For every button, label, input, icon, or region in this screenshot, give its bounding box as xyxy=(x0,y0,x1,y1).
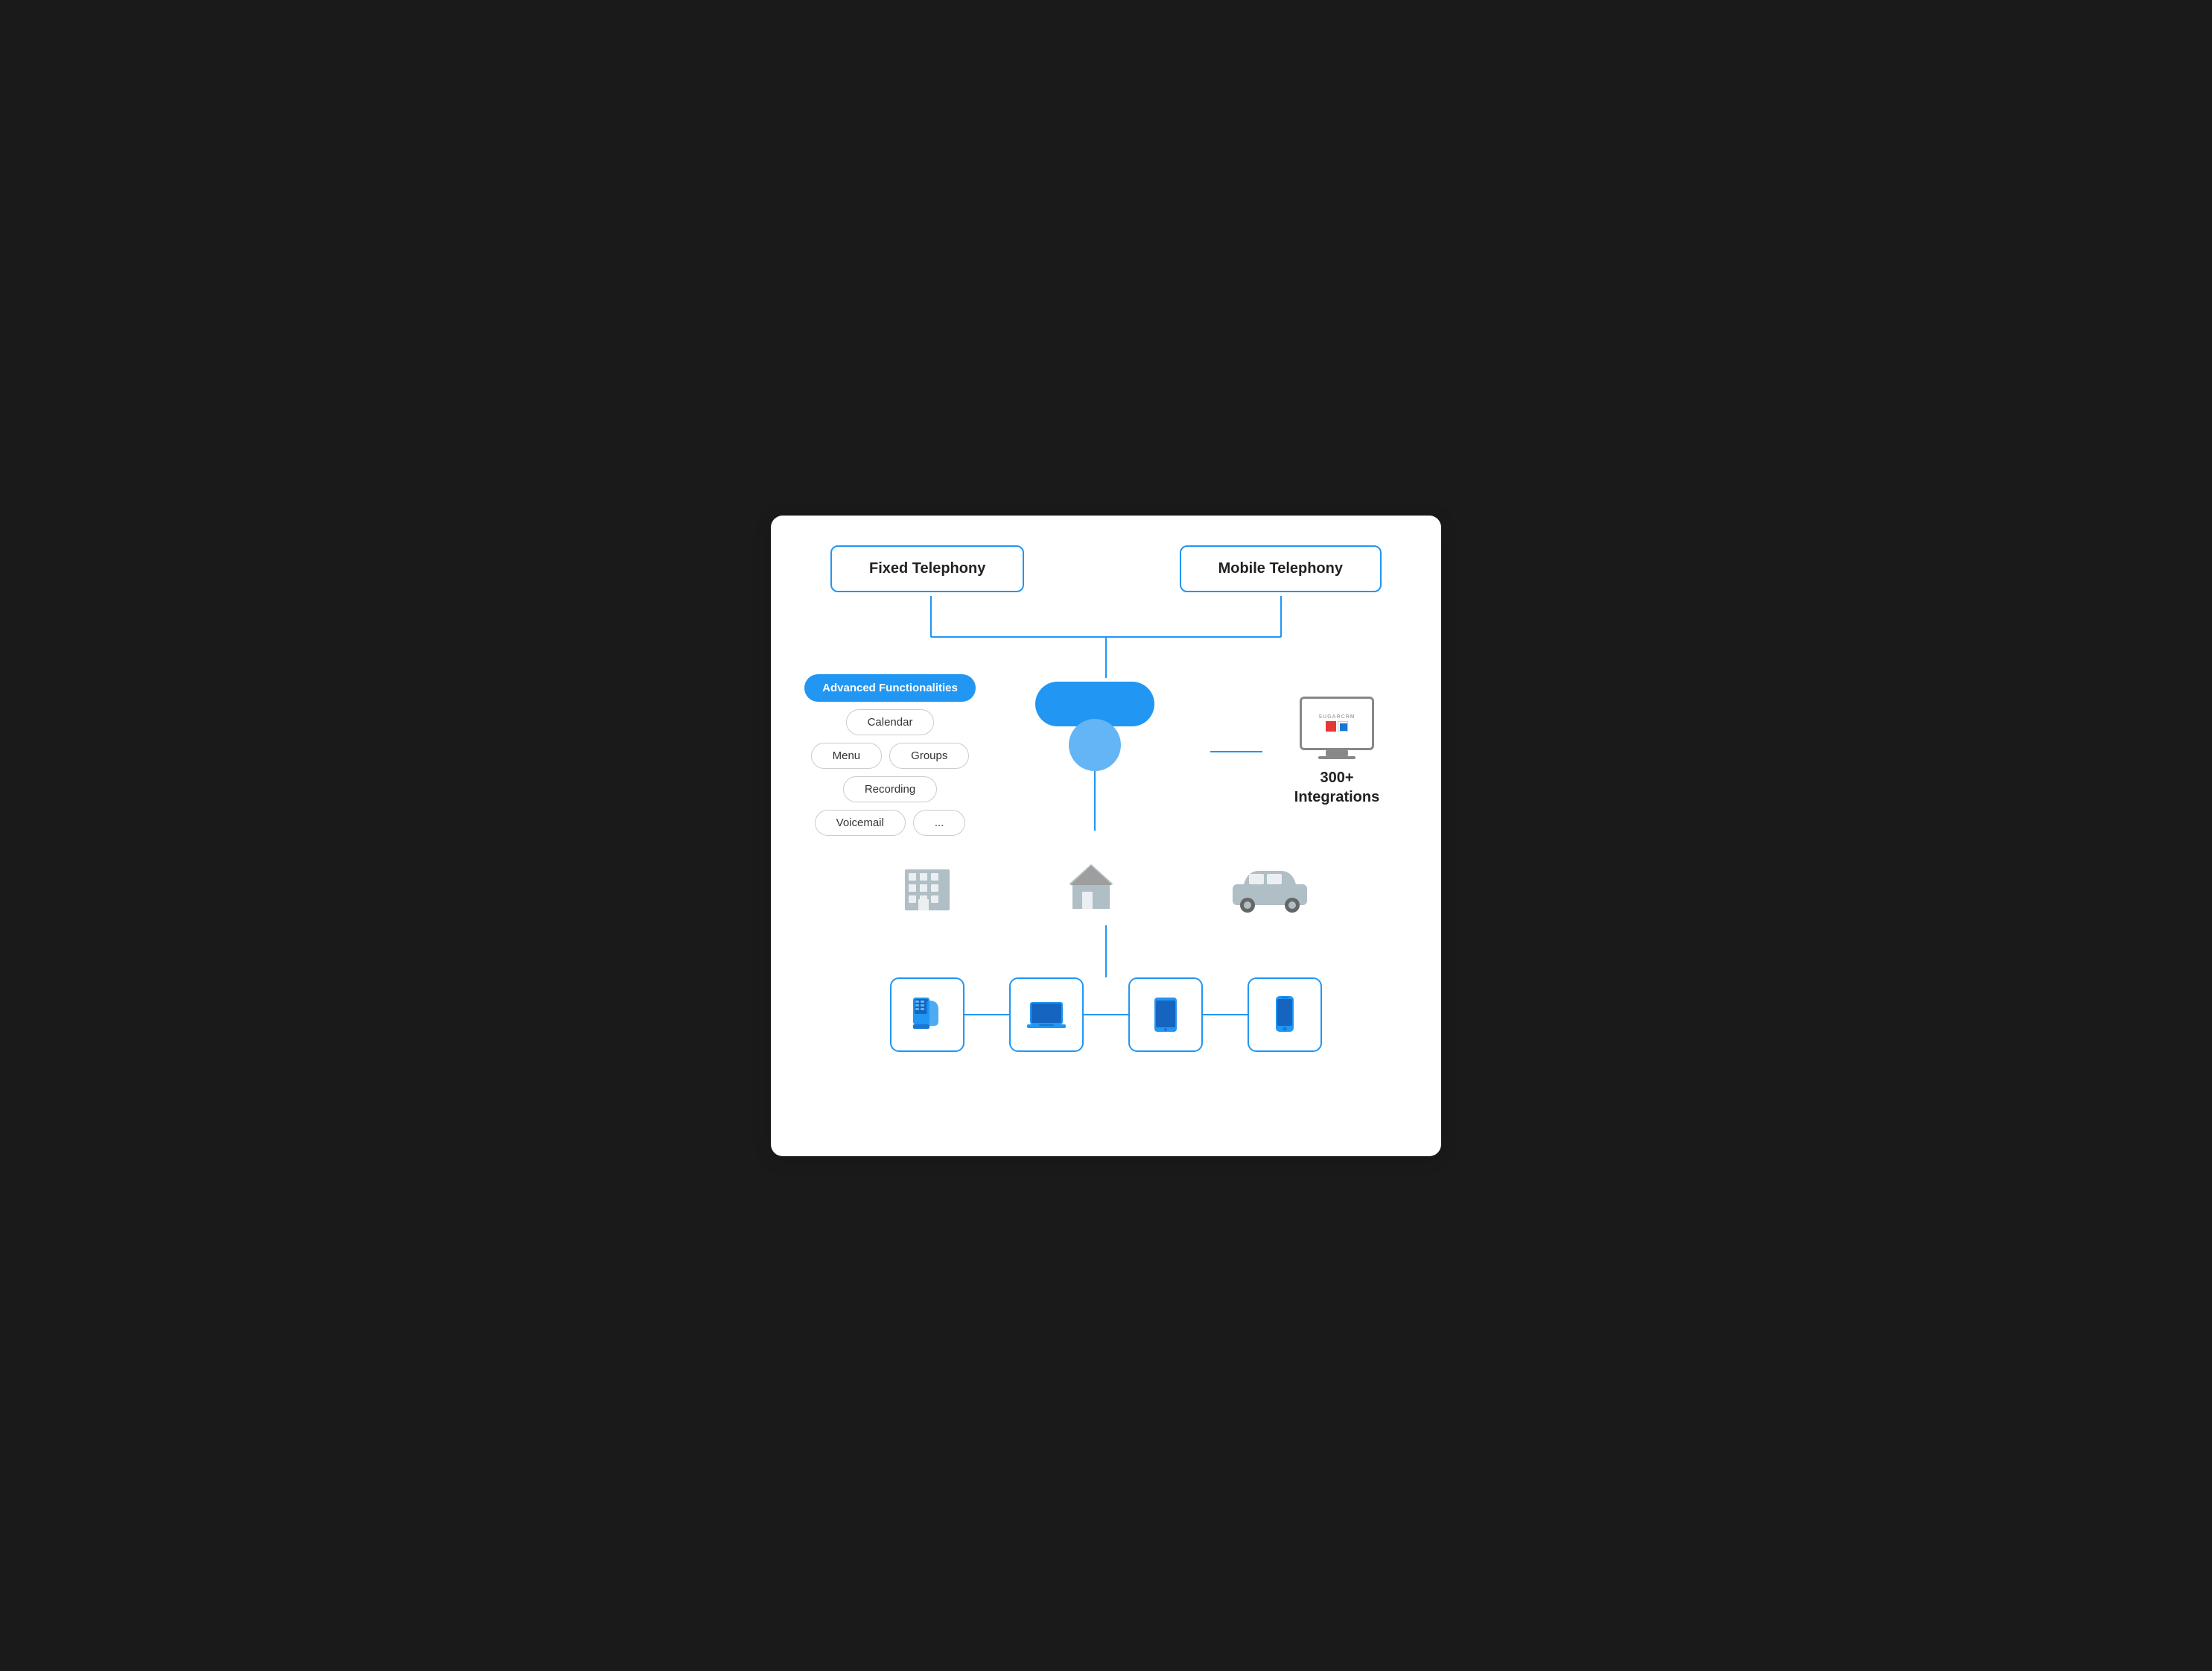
menu-pill: Menu xyxy=(811,743,883,769)
laptop-box xyxy=(1009,977,1084,1052)
more-pill: ... xyxy=(913,810,966,836)
mobile-telephony-label: Mobile Telephony xyxy=(1218,560,1343,577)
home-location xyxy=(1061,858,1121,918)
calendar-pill: Calendar xyxy=(846,709,935,735)
mobile-icon xyxy=(1270,995,1300,1035)
integrations-count-label: 300+Integrations xyxy=(1294,768,1379,807)
mobile-telephony-box: Mobile Telephony xyxy=(1180,545,1382,592)
home-icon xyxy=(1061,858,1121,918)
device-row xyxy=(801,977,1411,1052)
device-line-2 xyxy=(1084,1014,1128,1015)
car-icon xyxy=(1225,862,1315,914)
top-connectors-svg xyxy=(801,592,1411,682)
advanced-functionalities-panel: Advanced Functionalities Calendar Menu G… xyxy=(801,674,979,836)
monitor-screen: SUGARCRM xyxy=(1300,697,1374,750)
crm-monitor-icon: SUGARCRM xyxy=(1300,697,1374,759)
office-icon xyxy=(897,858,957,918)
integrations-area: SUGARCRM 300+Integra xyxy=(1262,697,1411,807)
voicemail-pill: Voicemail xyxy=(815,810,906,836)
location-row xyxy=(801,858,1411,918)
integrations-section: SUGARCRM 300+Integra xyxy=(1210,697,1411,807)
voicemail-more-row: Voicemail ... xyxy=(815,810,966,836)
monitor-stand xyxy=(1326,750,1348,756)
advanced-functionalities-title: Advanced Functionalities xyxy=(804,674,976,702)
menu-groups-row: Menu Groups xyxy=(811,743,970,769)
mobile-box xyxy=(1248,977,1322,1052)
fixed-telephony-box: Fixed Telephony xyxy=(830,545,1024,592)
groups-pill: Groups xyxy=(889,743,969,769)
diagram-container: Fixed Telephony Mobile Telephony Advance… xyxy=(771,516,1441,1156)
device-line-1 xyxy=(964,1014,1009,1015)
device-line-3 xyxy=(1203,1014,1248,1015)
h-connector-line xyxy=(1210,751,1262,752)
center-v-line-middle xyxy=(1094,771,1096,831)
pbx-circle xyxy=(1069,719,1121,771)
office-location xyxy=(897,858,957,918)
desk-phone-icon xyxy=(907,995,947,1035)
desk-phone-box xyxy=(890,977,964,1052)
top-row: Fixed Telephony Mobile Telephony xyxy=(801,545,1411,592)
tablet-icon xyxy=(1145,995,1186,1035)
center-pbx-area xyxy=(979,674,1210,831)
fixed-telephony-label: Fixed Telephony xyxy=(869,560,985,577)
monitor-base xyxy=(1318,756,1356,759)
recording-pill: Recording xyxy=(843,776,937,802)
car-location xyxy=(1225,862,1315,914)
device-top-line xyxy=(1105,948,1107,977)
laptop-icon xyxy=(1024,995,1069,1035)
tablet-box xyxy=(1128,977,1203,1052)
